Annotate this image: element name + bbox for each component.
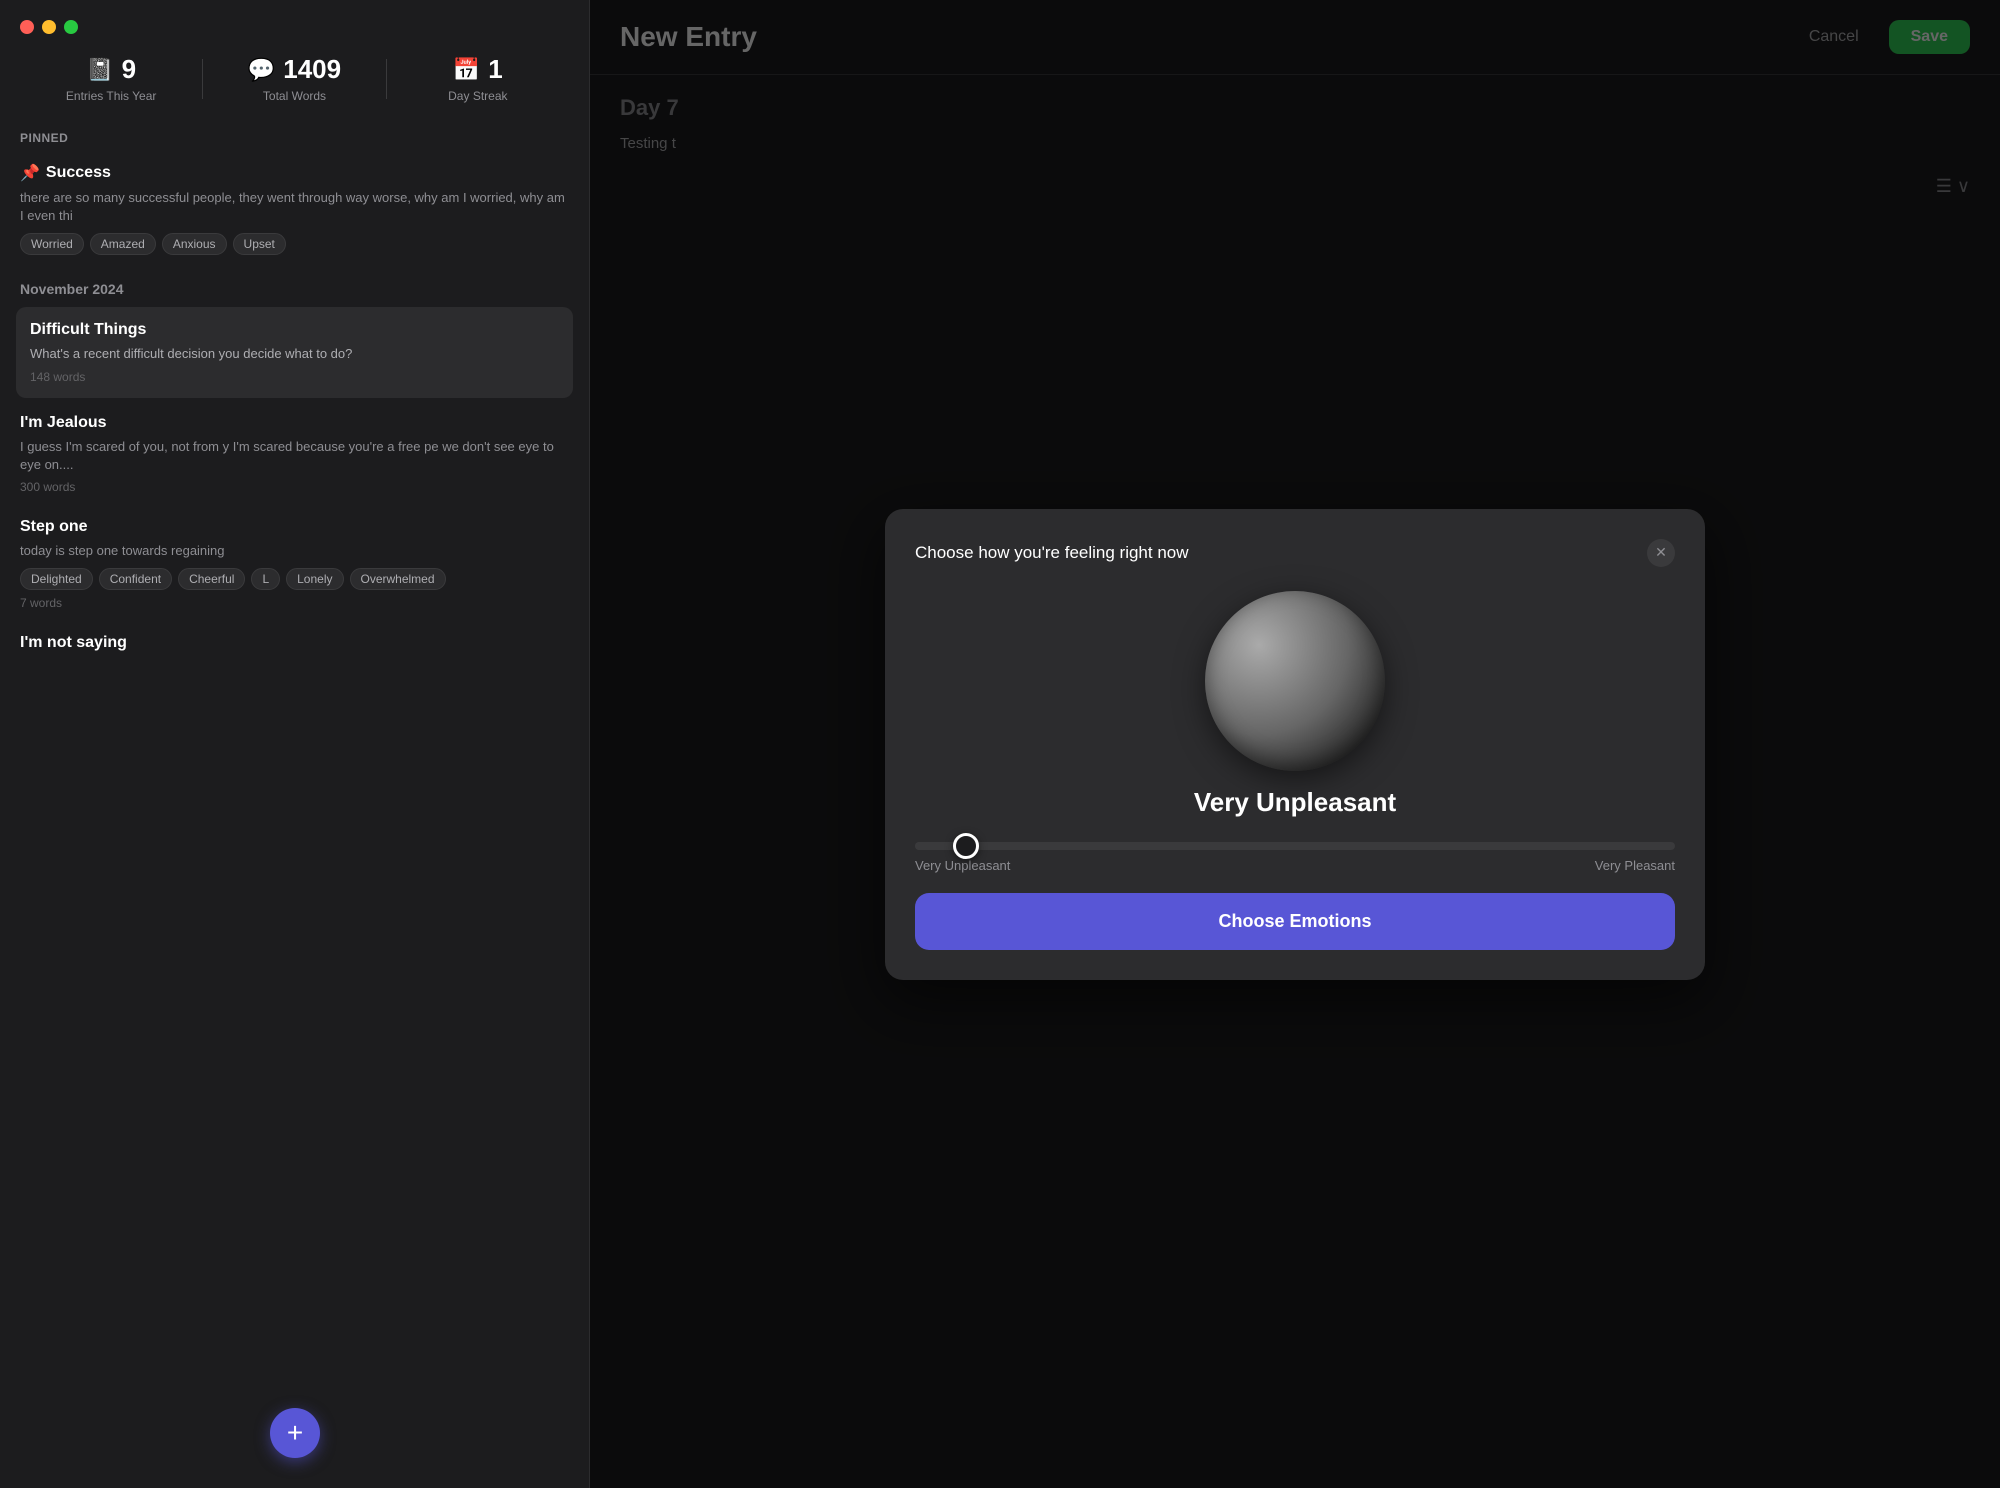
tag[interactable]: Amazed: [90, 233, 156, 255]
entry-title: I'm not saying: [20, 634, 569, 652]
traffic-light-yellow[interactable]: [42, 20, 56, 34]
entry-title: 📌 Success: [20, 163, 569, 183]
mood-modal: Choose how you're feeling right now ✕ Ve…: [885, 509, 1705, 980]
plus-icon: +: [287, 1417, 303, 1449]
tag[interactable]: Confident: [99, 568, 172, 590]
close-button[interactable]: ✕: [1647, 539, 1675, 567]
entry-preview: there are so many successful people, the…: [20, 189, 569, 225]
stat-words-label: Total Words: [263, 89, 326, 103]
traffic-lights: [0, 0, 589, 44]
entry-preview: What's a recent difficult decision you d…: [30, 345, 559, 363]
word-count: 148 words: [30, 370, 559, 384]
modal-title: Choose how you're feeling right now: [915, 543, 1189, 563]
entry-title: Step one: [20, 518, 569, 536]
stats-row: 📓 9 Entries This Year 💬 1409 Total Words…: [0, 44, 589, 123]
entry-title: Difficult Things: [30, 321, 559, 339]
entry-preview: I guess I'm scared of you, not from y I'…: [20, 438, 569, 474]
slider-max-label: Very Pleasant: [1595, 858, 1675, 873]
tag[interactable]: Delighted: [20, 568, 93, 590]
slider-thumb[interactable]: [953, 833, 979, 859]
entry-title: I'm Jealous: [20, 414, 569, 432]
list-item[interactable]: I'm not saying: [0, 622, 589, 670]
list-item[interactable]: 📌 Success there are so many successful p…: [0, 151, 589, 267]
list-item[interactable]: Difficult Things What's a recent difficu…: [16, 307, 573, 397]
sidebar-scroll: Pinned 📌 Success there are so many succe…: [0, 123, 589, 1488]
slider-track: [915, 842, 1675, 850]
mood-label: Very Unpleasant: [915, 787, 1675, 818]
pinned-header: Pinned: [0, 123, 589, 151]
mood-sphere-container: [915, 591, 1675, 771]
slider-min-label: Very Unpleasant: [915, 858, 1010, 873]
entry-tags: Worried Amazed Anxious Upset: [20, 233, 569, 255]
stat-streak: 📅 1 Day Streak: [387, 54, 569, 103]
entry-tags: Delighted Confident Cheerful L Lonely Ov…: [20, 568, 569, 590]
stat-streak-label: Day Streak: [448, 89, 507, 103]
add-entry-button[interactable]: +: [270, 1408, 320, 1458]
calendar-icon: 📅: [453, 57, 480, 83]
sidebar: 📓 9 Entries This Year 💬 1409 Total Words…: [0, 0, 590, 1488]
choose-emotions-button[interactable]: Choose Emotions: [915, 893, 1675, 950]
mood-slider[interactable]: [915, 842, 1675, 850]
list-item[interactable]: Step one today is step one towards regai…: [0, 506, 589, 622]
word-count: 7 words: [20, 596, 569, 610]
modal-header: Choose how you're feeling right now ✕: [915, 539, 1675, 567]
modal-overlay: Choose how you're feeling right now ✕ Ve…: [590, 0, 2000, 1488]
pin-icon: 📌: [20, 163, 40, 183]
word-count: 300 words: [20, 480, 569, 494]
tag[interactable]: Upset: [233, 233, 286, 255]
stat-entries: 📓 9 Entries This Year: [20, 54, 202, 103]
tag[interactable]: Overwhelmed: [350, 568, 446, 590]
stat-entries-value: 9: [122, 54, 136, 85]
tag[interactable]: Lonely: [286, 568, 343, 590]
stat-words-value: 1409: [283, 54, 341, 85]
stat-streak-value: 1: [488, 54, 502, 85]
list-item[interactable]: I'm Jealous I guess I'm scared of you, n…: [0, 402, 589, 506]
tag[interactable]: L: [251, 568, 280, 590]
entry-preview: today is step one towards regaining: [20, 542, 569, 560]
stat-entries-label: Entries This Year: [66, 89, 157, 103]
tag[interactable]: Anxious: [162, 233, 227, 255]
traffic-light-green[interactable]: [64, 20, 78, 34]
stat-words: 💬 1409 Total Words: [203, 54, 385, 103]
speech-icon: 💬: [248, 57, 275, 83]
mood-sphere: [1205, 591, 1385, 771]
tag[interactable]: Cheerful: [178, 568, 245, 590]
slider-labels: Very Unpleasant Very Pleasant: [915, 858, 1675, 873]
notebook-icon: 📓: [86, 57, 113, 83]
traffic-light-red[interactable]: [20, 20, 34, 34]
month-header: November 2024: [0, 267, 589, 303]
tag[interactable]: Worried: [20, 233, 84, 255]
